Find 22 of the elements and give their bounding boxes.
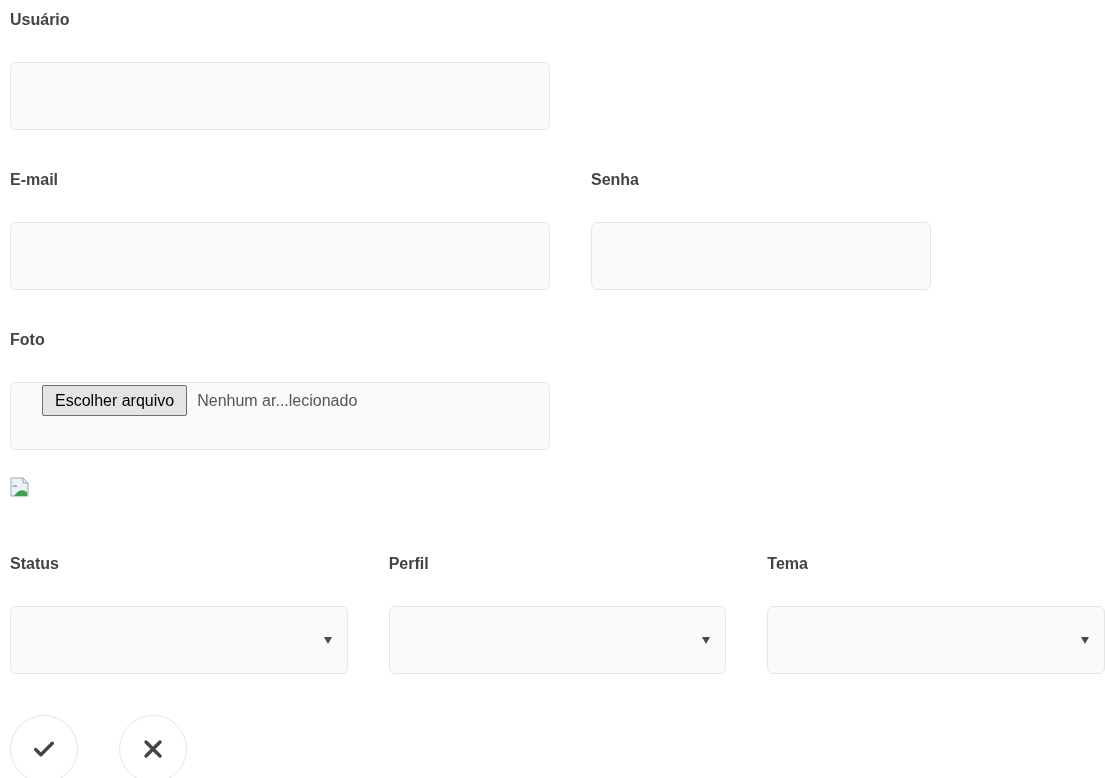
caret-icon: [322, 635, 333, 645]
field-label: Foto: [10, 330, 46, 350]
password-field[interactable]: [591, 222, 931, 290]
input-field[interactable]: [10, 222, 550, 290]
close-icon: [143, 739, 163, 759]
check-icon: [34, 741, 54, 757]
choose-file-button[interactable]: Escolher arquivo: [42, 385, 188, 416]
broken-image-icon: [10, 477, 30, 497]
file-status-text: Nenhum ar...lecionado: [197, 391, 358, 411]
file-field[interactable]: Escolher arquivo Nenhum ar...lecionado: [10, 382, 550, 450]
caret-icon: [1080, 635, 1090, 645]
field-label: Usuário: [10, 10, 71, 30]
field-label: Tema: [767, 554, 809, 574]
field-label: Status: [10, 554, 60, 574]
input-field[interactable]: [10, 62, 550, 130]
field-label: E-mail: [10, 170, 59, 190]
dropdown-field[interactable]: [10, 606, 348, 674]
field-label: Perfil: [388, 554, 430, 574]
dropdown-field[interactable]: [388, 606, 727, 674]
field-label: Senha: [591, 170, 640, 190]
dropdown-field[interactable]: [767, 606, 1105, 674]
caret-icon: [701, 635, 712, 645]
